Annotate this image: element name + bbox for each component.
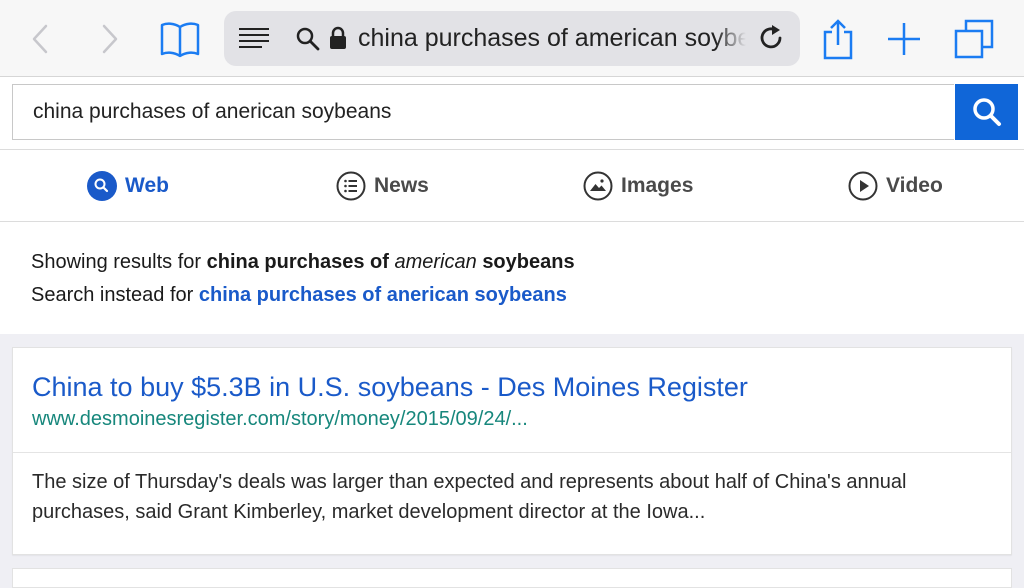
tab-web[interactable]: Web [87, 150, 169, 221]
book-icon [160, 21, 200, 57]
browser-toolbar: china purchases of american soybeans [0, 0, 1024, 77]
showing-prefix: Showing results for [31, 251, 202, 273]
corrected-query-part: soybeans [482, 251, 575, 273]
search-instead-line: Search instead for china purchases of an… [31, 284, 567, 307]
spelling-correction: Showing results for china purchases of a… [0, 222, 1024, 334]
corrected-query-part: china purchases of [206, 251, 389, 273]
play-icon [848, 171, 878, 201]
search-instead-link[interactable]: china purchases of anerican soybeans [199, 284, 567, 306]
bookmarks-button[interactable] [156, 0, 204, 77]
search-instead-prefix: Search instead for [31, 284, 194, 306]
showing-results-line: Showing results for china purchases of a… [31, 251, 575, 274]
chevron-right-icon [102, 24, 118, 53]
result-url[interactable]: www.desmoinesregister.com/story/money/20… [32, 408, 528, 431]
search-button[interactable] [955, 84, 1018, 140]
tab-label: Video [886, 173, 943, 197]
image-icon [583, 171, 613, 201]
tab-label: Images [621, 173, 694, 197]
share-button[interactable] [818, 0, 858, 77]
back-button[interactable] [24, 0, 56, 77]
reader-icon[interactable] [238, 26, 270, 50]
search-row [0, 77, 1024, 150]
tab-video[interactable]: Video [848, 150, 943, 221]
result-card: China to buy $5.3B in U.S. soybeans - De… [12, 347, 1012, 555]
url-text[interactable]: china purchases of american soybeans [358, 24, 746, 53]
result-title-link[interactable]: China to buy $5.3B in U.S. soybeans - De… [32, 372, 748, 403]
search-icon [87, 170, 117, 201]
lock-icon [330, 26, 346, 49]
tabs-button[interactable] [952, 0, 996, 77]
result-snippet: The size of Thursday's deals was larger … [32, 471, 907, 523]
reload-icon[interactable] [758, 24, 786, 52]
list-icon [336, 171, 366, 201]
search-icon [296, 27, 320, 51]
plus-icon [888, 22, 920, 55]
result-card [12, 568, 1012, 588]
share-icon [823, 18, 853, 59]
search-icon [972, 98, 1001, 126]
tab-news[interactable]: News [336, 150, 429, 221]
forward-button[interactable] [94, 0, 126, 77]
tab-images[interactable]: Images [583, 150, 693, 221]
search-tabs: Web News Images Video [0, 150, 1024, 222]
new-tab-button[interactable] [884, 0, 924, 77]
search-input[interactable] [12, 84, 954, 140]
divider [13, 452, 1011, 453]
chevron-left-icon [32, 24, 48, 53]
tabs-icon [954, 19, 994, 58]
tab-label: Web [125, 173, 169, 197]
tab-label: News [374, 173, 429, 197]
address-bar[interactable]: china purchases of american soybeans [224, 11, 800, 66]
corrected-word: american [394, 251, 477, 273]
